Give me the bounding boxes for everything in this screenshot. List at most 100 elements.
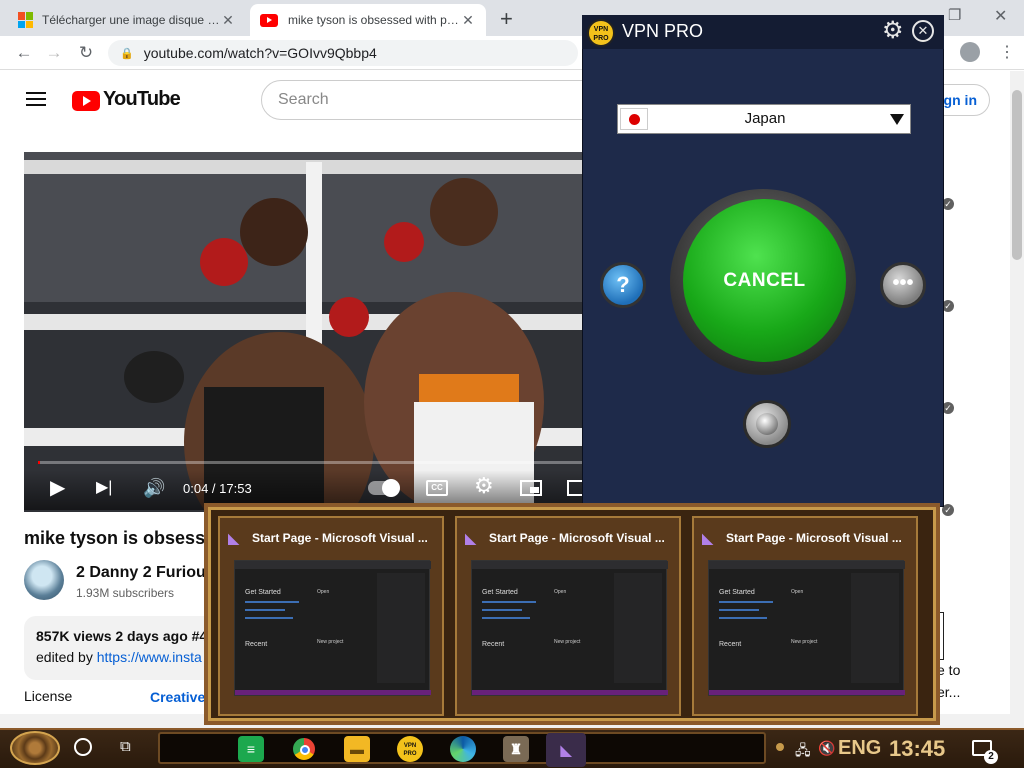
task-view-icon[interactable]: ⧉ <box>120 738 131 755</box>
browser-menu-icon[interactable]: ⋮ <box>999 42 1015 62</box>
cancel-connection-button[interactable]: CANCEL <box>683 199 846 362</box>
forward-icon[interactable]: → <box>44 43 64 63</box>
autoplay-toggle[interactable] <box>368 479 400 497</box>
microsoft-logo-icon <box>18 12 34 28</box>
window-preview-title: Start Page - Microsoft Visual ... <box>489 531 665 545</box>
window-preview-1[interactable]: ◣ Start Page - Microsoft Visual ... Get S… <box>218 516 444 716</box>
channel-name[interactable]: 2 Danny 2 Furious <box>76 564 206 582</box>
video-player[interactable] <box>24 152 584 512</box>
restore-window-icon[interactable]: ❐ <box>948 6 961 24</box>
globe-server-icon[interactable] <box>743 400 791 448</box>
get-started-heading: Get Started <box>719 589 755 596</box>
url-text: youtube.com/watch?v=GOIvv9Qbbp4 <box>143 45 377 61</box>
tab-windows-download[interactable]: Télécharger une image disque Windows ✕ <box>8 4 246 36</box>
video-title: mike tyson is obsessed with pigeons <box>24 528 204 548</box>
edited-by-prefix: edited by <box>36 649 97 665</box>
address-bar[interactable]: 🔒 youtube.com/watch?v=GOIvv9Qbbp4 <box>108 40 578 66</box>
youtube-favicon-icon <box>260 13 278 27</box>
window-preview-3[interactable]: ◣ Start Page - Microsoft Visual ... Get S… <box>692 516 918 716</box>
recent-heading: Recent <box>482 641 505 648</box>
window-preview-title: Start Page - Microsoft Visual ... <box>252 531 428 545</box>
get-started-heading: Get Started <box>482 589 518 596</box>
dropdown-arrow-icon[interactable] <box>890 114 904 125</box>
tray-chevron-icon[interactable] <box>776 743 784 751</box>
window-preview-screenshot: Get Started Open Recent New project <box>471 560 668 696</box>
close-tab-icon[interactable]: ✕ <box>460 12 476 29</box>
recent-heading: Recent <box>245 641 268 648</box>
video-progress-track[interactable] <box>38 461 584 464</box>
license-label: License <box>24 688 73 704</box>
vpn-pro-taskbar-icon[interactable]: VPN PRO <box>397 736 423 762</box>
window-preview-title: Start Page - Microsoft Visual ... <box>726 531 902 545</box>
help-button[interactable]: ? <box>600 262 646 308</box>
views-and-date: 857K views 2 days ago #4 <box>36 628 208 644</box>
network-icon[interactable]: 🖧 <box>795 740 811 764</box>
vpn-logo-icon: VPN PRO <box>587 19 615 47</box>
more-options-button[interactable]: ••• <box>880 262 926 308</box>
play-icon[interactable]: ▶ <box>50 478 65 498</box>
vpn-settings-gear-icon[interactable]: ⚙ <box>882 18 904 44</box>
subscriber-count: 1.93M subscribers <box>76 586 175 600</box>
language-indicator[interactable]: ENG <box>838 737 881 760</box>
window-preview-screenshot: Get Started Open Recent New project <box>234 560 431 696</box>
recent-heading: Recent <box>719 641 742 648</box>
open-heading: Open <box>791 589 804 595</box>
vpn-close-icon[interactable]: ✕ <box>912 20 934 42</box>
visual-studio-taskbar-icon[interactable]: ◣ <box>546 733 586 767</box>
back-icon[interactable]: ← <box>14 43 34 63</box>
visual-studio-icon: ◣ <box>465 530 476 546</box>
video-progress-fill <box>38 461 40 464</box>
edge-app-icon[interactable] <box>450 736 476 762</box>
hamburger-menu-icon[interactable] <box>26 92 46 106</box>
youtube-logo-icon[interactable] <box>72 91 100 111</box>
japan-flag-icon <box>620 108 648 130</box>
get-started-heading: Get Started <box>245 589 281 596</box>
tab-title: mike tyson is obsessed with pigeons <box>288 13 460 27</box>
search-circle-icon[interactable] <box>74 738 92 756</box>
visual-studio-icon: ◣ <box>702 530 713 546</box>
captions-icon[interactable]: CC <box>426 480 448 496</box>
new-tab-button[interactable]: + <box>500 6 513 32</box>
vpn-app-name: VPN PRO <box>622 21 704 41</box>
new-project-heading: New project <box>317 639 344 645</box>
profile-avatar-icon[interactable] <box>960 42 980 62</box>
window-preview-2[interactable]: ◣ Start Page - Microsoft Visual ... Get S… <box>455 516 681 716</box>
sheets-app-icon[interactable]: ≡ <box>238 736 264 762</box>
close-window-icon[interactable]: ✕ <box>994 6 1007 26</box>
open-heading: Open <box>554 589 567 595</box>
description-link[interactable]: https://www.insta <box>97 649 202 665</box>
new-project-heading: New project <box>554 639 581 645</box>
channel-avatar[interactable] <box>24 560 64 600</box>
settings-gear-icon[interactable]: ⚙ <box>474 475 494 497</box>
miniplayer-icon[interactable] <box>520 480 542 496</box>
youtube-search-input[interactable]: Search <box>261 80 591 120</box>
tab-youtube-video[interactable]: mike tyson is obsessed with pigeons ✕ <box>250 4 486 36</box>
next-icon[interactable]: ▶| <box>96 478 112 498</box>
start-button[interactable] <box>10 731 60 765</box>
taskbar-clock[interactable]: 13:45 <box>889 736 945 762</box>
app-taskbar-icon[interactable]: ♜ <box>503 736 529 762</box>
volume-muted-icon[interactable]: 🔇 <box>818 740 835 757</box>
recommendations-column <box>944 130 1010 714</box>
visual-studio-icon: ◣ <box>228 530 239 546</box>
license-link[interactable]: Creative <box>150 689 205 705</box>
youtube-logo-text[interactable]: YouTube <box>103 88 181 111</box>
open-heading: Open <box>317 589 330 595</box>
scrollbar-thumb[interactable] <box>1012 90 1022 260</box>
lock-icon: 🔒 <box>120 47 134 60</box>
video-frame-boxing <box>24 152 584 512</box>
notification-count: 2 <box>984 750 998 764</box>
volume-icon[interactable]: 🔊 <box>143 478 165 498</box>
tab-title: Télécharger une image disque Windows <box>42 13 220 27</box>
file-explorer-icon[interactable]: ▬ <box>344 736 370 762</box>
theater-mode-icon[interactable] <box>567 480 583 496</box>
description-text: edited by https://www.insta <box>36 649 202 665</box>
video-time: 0:04 / 17:53 <box>183 481 252 496</box>
chrome-app-icon[interactable] <box>291 736 317 762</box>
description-box[interactable] <box>24 616 214 680</box>
window-preview-screenshot: Get Started Open Recent New project <box>708 560 905 696</box>
new-project-heading: New project <box>791 639 818 645</box>
reload-icon[interactable]: ↻ <box>76 43 96 63</box>
country-name: Japan <box>744 110 786 127</box>
close-tab-icon[interactable]: ✕ <box>220 12 236 29</box>
